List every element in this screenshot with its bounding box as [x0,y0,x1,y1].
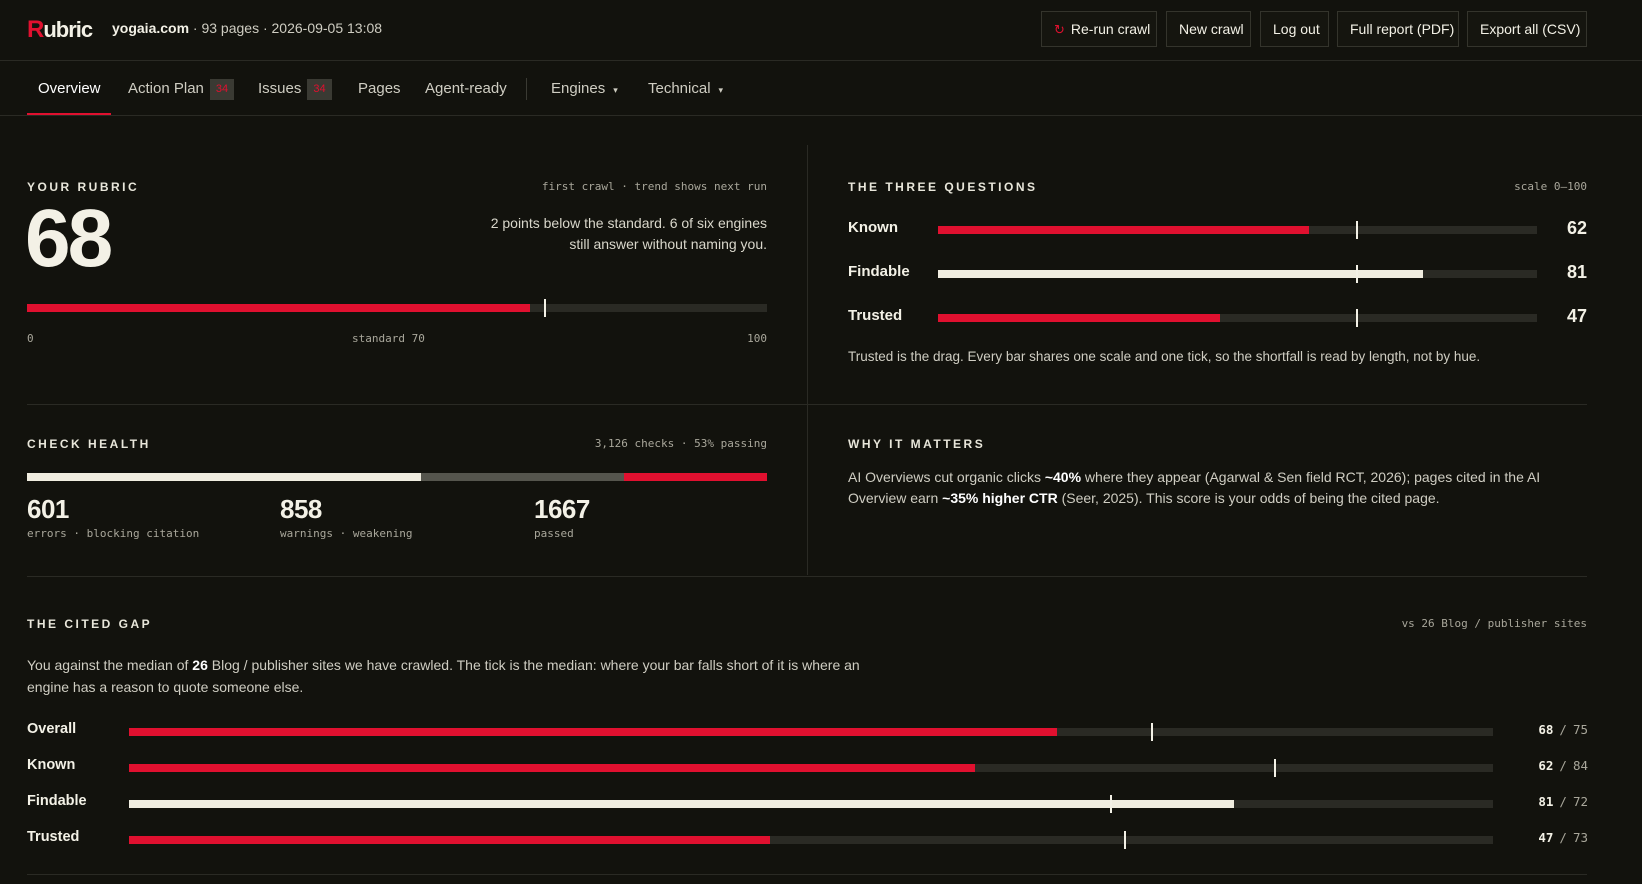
gap-label-known: Known [27,757,76,773]
crawl-meta: · 93 pages · 2026-09-05 13:08 [189,20,383,36]
question-label-known: Known [848,219,898,236]
gap-bar-trusted [129,831,1493,849]
tab-overview[interactable]: Overview [38,61,101,116]
tab-agent-ready[interactable]: Agent-ready [425,61,507,116]
cited-gap-note: vs 26 Blog / publisher sites [1401,617,1587,630]
row-divider [27,874,1587,875]
question-value-findable: 81 [1566,262,1587,282]
axis-min: 0 [27,332,34,345]
passed-count: 1667 [534,494,590,524]
warnings-caption: warnings · weakening [280,527,413,540]
warnings-count: 858 [280,494,322,524]
median-tick [1273,759,1276,777]
refresh-icon: ↻ [1054,22,1065,37]
site-domain: yogaia.com [112,20,190,36]
action-plan-count-badge: 34 [209,79,235,100]
gap-fill-findable [129,800,1234,808]
check-health-bar [27,473,767,481]
logo-text: ubric [43,17,93,42]
chevron-down-icon: ▾ [613,85,618,95]
tab-issues[interactable]: Issues 34 [258,61,332,116]
question-value-trusted: 47 [1566,306,1587,326]
question-fill-known [938,226,1310,234]
question-fill-findable [938,270,1424,278]
standard-tick [1356,221,1359,239]
gap-bar-findable [129,795,1493,813]
rubric-logo[interactable]: Rubric [27,16,93,44]
tab-action-plan[interactable]: Action Plan 34 [128,61,235,116]
tab-technical[interactable]: Technical ▾ [648,61,723,116]
issues-count-badge: 34 [307,79,332,100]
tab-pages[interactable]: Pages [358,61,401,116]
gap-label-overall: Overall [27,721,77,737]
site-info: yogaia.com · 93 pages · 2026-09-05 13:08 [112,20,382,36]
cited-gap-heading: THE CITED GAP [27,617,153,631]
full-report-pdf-button[interactable]: Full report (PDF) [1337,11,1459,47]
gap-value-known: 62/84 [1538,758,1588,773]
gap-label-findable: Findable [27,793,87,809]
cited-gap-description: You against the median of 26 Blog / publ… [27,657,860,695]
standard-tick [1356,309,1359,327]
export-all-csv-button[interactable]: Export all (CSV) [1467,11,1587,47]
rubric-score: 68 [25,193,113,284]
top-bar: Rubric yogaia.com · 93 pages · 2026-09-0… [0,0,1642,61]
check-health-heading: CHECK HEALTH [27,437,151,451]
gap-fill-overall [129,728,1057,736]
row-divider [27,576,1587,577]
gap-value-overall: 68/75 [1538,722,1588,737]
errors-caption: errors · blocking citation [27,527,200,540]
question-value-known: 62 [1566,218,1587,238]
why-it-matters-heading: WHY IT MATTERS [848,437,986,451]
new-crawl-button[interactable]: New crawl [1166,11,1251,47]
gap-fill-trusted [129,836,771,844]
rubric-note: first crawl · trend shows next run [541,180,767,193]
rerun-crawl-button[interactable]: ↻ Re-run crawl [1041,11,1157,47]
chevron-down-icon: ▾ [718,85,724,95]
standard-tick [544,299,546,317]
active-tab-indicator [27,113,111,115]
main-nav: Overview Action Plan 34 Issues 34 Pages Ag… [0,61,1642,116]
errors-count: 601 [27,494,69,524]
question-label-findable: Findable [848,263,910,280]
question-bar-known [938,221,1537,239]
question-fill-trusted [938,314,1220,322]
log-out-button[interactable]: Log out [1260,11,1329,47]
errors-segment [624,473,767,481]
axis-max: 100 [747,332,767,345]
median-tick [1123,831,1126,849]
standard-tick [1356,265,1359,283]
three-questions-note: scale 0–100 [1514,180,1587,193]
tab-engines[interactable]: Engines ▾ [551,61,618,116]
question-bar-findable [938,265,1537,283]
logo-r: R [27,16,44,43]
gap-value-findable: 81/72 [1538,794,1588,809]
check-health-note: 3,126 checks · 53% passing [594,437,767,450]
gap-bar-known [129,759,1493,777]
nav-divider [526,78,527,100]
gap-bar-overall [129,723,1493,741]
passed-caption: passed [534,527,574,540]
why-it-matters-text: AI Overviews cut organic clicks ~40% whe… [848,469,1541,506]
median-tick [1110,795,1113,813]
three-questions-heading: THE THREE QUESTIONS [848,180,1038,194]
question-bar-trusted [938,309,1537,327]
rubric-summary: 2 points below the standard. 6 of six en… [490,215,767,252]
warnings-segment [421,473,625,481]
median-tick [1151,723,1153,741]
gap-label-trusted: Trusted [27,829,80,845]
column-divider [807,145,808,575]
passed-segment [27,473,422,481]
axis-standard: standard 70 [352,332,425,345]
gap-value-trusted: 47/73 [1538,830,1588,845]
row-divider [27,404,1587,405]
rubric-score-fill [27,304,531,312]
question-label-trusted: Trusted [848,307,903,324]
rubric-heading: YOUR RUBRIC [27,180,140,194]
rubric-score-bar [27,299,767,317]
gap-fill-known [129,764,975,772]
three-questions-caption: Trusted is the drag. Every bar shares on… [848,349,1481,364]
